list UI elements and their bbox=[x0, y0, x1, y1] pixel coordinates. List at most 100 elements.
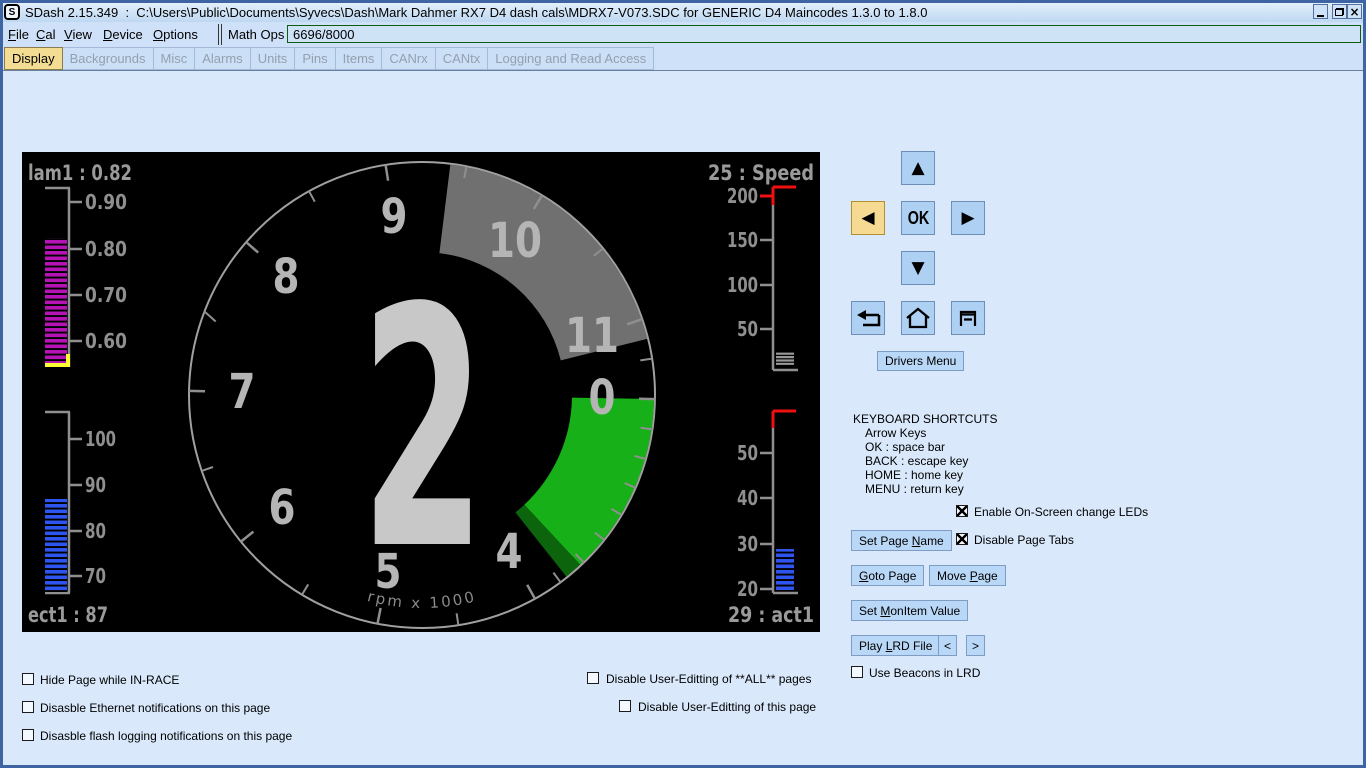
disable-ethernet-label: Disasble Ethernet notifications on this … bbox=[40, 701, 270, 715]
nav-menu-button[interactable] bbox=[951, 301, 985, 335]
ok-label: OK bbox=[907, 208, 929, 229]
minimize-icon bbox=[1317, 15, 1324, 17]
tick-label: 50 bbox=[737, 317, 758, 341]
disable-edit-all-checkbox[interactable] bbox=[587, 672, 599, 684]
dial-number: 11 bbox=[565, 308, 619, 364]
tick-label: 0.80 bbox=[85, 237, 127, 261]
set-monitem-value-button[interactable]: Set MonItem Value bbox=[851, 600, 968, 621]
tab-misc[interactable]: Misc bbox=[153, 47, 196, 70]
ect1-label: ect1 : 87 bbox=[28, 603, 108, 627]
toolbar-grip-icon bbox=[218, 24, 222, 45]
set-page-name-button[interactable]: Set Page Name bbox=[851, 530, 952, 551]
tick-label: 0.90 bbox=[85, 190, 127, 214]
drivers-menu-button[interactable]: Drivers Menu bbox=[877, 351, 964, 371]
lrd-prev-button[interactable]: < bbox=[938, 635, 957, 656]
restore-button[interactable] bbox=[1332, 4, 1347, 19]
dial-number: 7 bbox=[229, 364, 256, 420]
disable-flash-logging-label: Disasble flash logging notifications on … bbox=[40, 729, 292, 743]
tick-label: 70 bbox=[85, 564, 106, 588]
tick-label: 150 bbox=[727, 228, 758, 252]
dial-number: 4 bbox=[496, 524, 523, 580]
nav-home-button[interactable] bbox=[901, 301, 935, 335]
use-beacons-label: Use Beacons in LRD bbox=[869, 666, 980, 680]
hide-page-in-race-label: Hide Page while IN-RACE bbox=[40, 673, 179, 687]
disable-edit-all-label: Disable User-Editting of **ALL** pages bbox=[606, 672, 811, 686]
nav-right-button[interactable]: ▶ bbox=[951, 201, 985, 235]
left-arrow-icon: ◀ bbox=[861, 208, 874, 228]
tick-label: 100 bbox=[727, 273, 758, 297]
window-title: SDash 2.15.349 : C:\Users\Public\Documen… bbox=[25, 5, 927, 20]
disable-edit-this-checkbox[interactable] bbox=[619, 700, 631, 712]
dial-number: 6 bbox=[269, 480, 296, 536]
shortcut-line: BACK : escape key bbox=[853, 454, 997, 468]
dash-preview[interactable]: 2 9 10 11 0 4 5 6 7 8 rpm x 1000 la bbox=[22, 152, 820, 632]
tab-items[interactable]: Items bbox=[335, 47, 383, 70]
shortcut-line: MENU : return key bbox=[853, 482, 997, 496]
math-ops-progress-text: 6696/8000 bbox=[293, 27, 354, 42]
enable-leds-checkbox[interactable] bbox=[956, 505, 968, 517]
lam1-bar bbox=[45, 238, 67, 364]
title-bar: S SDash 2.15.349 : C:\Users\Public\Docum… bbox=[3, 3, 1363, 22]
tick-label: 100 bbox=[85, 427, 116, 451]
menu-bar: File Cal View Device Options Math Ops 66… bbox=[3, 22, 1363, 47]
shortcut-line: HOME : home key bbox=[853, 468, 997, 482]
disable-page-tabs-checkbox[interactable] bbox=[956, 533, 968, 545]
disable-flash-logging-checkbox[interactable] bbox=[22, 729, 34, 741]
nav-up-button[interactable]: ▲ bbox=[901, 151, 935, 185]
back-icon bbox=[854, 305, 882, 331]
menu-options[interactable]: Options bbox=[153, 27, 198, 42]
move-page-button[interactable]: Move Page bbox=[929, 565, 1006, 586]
math-ops-label: Math Ops bbox=[228, 27, 284, 42]
tick-label: 200 bbox=[727, 184, 758, 208]
tick-label: 40 bbox=[737, 486, 758, 510]
tab-alarms[interactable]: Alarms bbox=[194, 47, 250, 70]
act1-bar bbox=[776, 549, 794, 590]
tick-label: 80 bbox=[85, 519, 106, 543]
app-icon: S bbox=[4, 4, 20, 20]
minimize-button[interactable] bbox=[1313, 4, 1328, 19]
shortcuts-heading: KEYBOARD SHORTCUTS bbox=[853, 412, 997, 426]
tick-label: 30 bbox=[737, 532, 758, 556]
tab-backgrounds[interactable]: Backgrounds bbox=[62, 47, 154, 70]
hide-page-in-race-checkbox[interactable] bbox=[22, 673, 34, 685]
nav-back-button[interactable] bbox=[851, 301, 885, 335]
disable-ethernet-checkbox[interactable] bbox=[22, 701, 34, 713]
lam1-marker bbox=[66, 354, 70, 367]
speed-label: 25 : Speed bbox=[708, 161, 814, 185]
tab-units[interactable]: Units bbox=[250, 47, 296, 70]
menu-device[interactable]: Device bbox=[103, 27, 143, 42]
lam1-label: lam1 : 0.82 bbox=[28, 161, 132, 185]
tick-label: 20 bbox=[737, 577, 758, 601]
nav-down-button[interactable]: ▼ bbox=[901, 251, 935, 285]
tick-label: 50 bbox=[737, 441, 758, 465]
tab-bar: Display Backgrounds Misc Alarms Units Pi… bbox=[3, 47, 1363, 71]
restore-icon bbox=[1335, 8, 1344, 16]
tab-cantx[interactable]: CANtx bbox=[435, 47, 489, 70]
speed-bar bbox=[776, 352, 794, 365]
nav-left-button[interactable]: ◀ bbox=[851, 201, 885, 235]
tab-pins[interactable]: Pins bbox=[294, 47, 335, 70]
tab-canrx[interactable]: CANrx bbox=[381, 47, 435, 70]
shortcut-line: OK : space bar bbox=[853, 440, 997, 454]
menu-icon bbox=[954, 305, 982, 331]
tab-logging-read-access[interactable]: Logging and Read Access bbox=[487, 47, 654, 70]
enable-leds-label: Enable On-Screen change LEDs bbox=[974, 505, 1148, 519]
menu-cal[interactable]: Cal bbox=[36, 27, 56, 42]
app-window: S SDash 2.15.349 : C:\Users\Public\Docum… bbox=[0, 0, 1366, 768]
down-arrow-icon: ▼ bbox=[911, 258, 924, 278]
dial-number: 0 bbox=[589, 370, 616, 426]
goto-page-button[interactable]: Goto Page bbox=[851, 565, 924, 586]
play-lrd-file-button[interactable]: Play LRD File bbox=[851, 635, 940, 656]
menu-view[interactable]: View bbox=[64, 27, 92, 42]
tick-label: 0.70 bbox=[85, 283, 127, 307]
menu-file[interactable]: File bbox=[8, 27, 29, 42]
home-icon bbox=[904, 305, 932, 331]
nav-ok-button[interactable]: OK bbox=[901, 201, 935, 235]
act1-label: 29 : act1 bbox=[728, 603, 814, 627]
close-button[interactable]: × bbox=[1347, 4, 1362, 19]
math-ops-progress: 6696/8000 bbox=[287, 25, 1361, 43]
tab-display[interactable]: Display bbox=[4, 47, 63, 70]
use-beacons-checkbox[interactable] bbox=[851, 666, 863, 678]
lrd-next-button[interactable]: > bbox=[966, 635, 985, 656]
tick-label: 90 bbox=[85, 473, 106, 497]
